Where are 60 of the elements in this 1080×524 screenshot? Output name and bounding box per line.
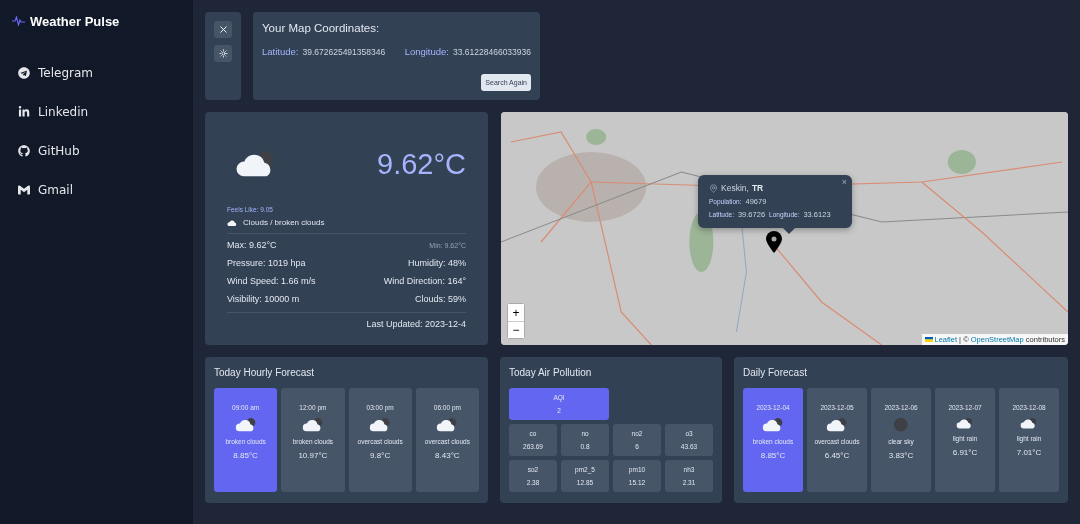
max-temperature: Max: 9.62°C (227, 240, 277, 250)
dark-circle-icon (893, 417, 909, 433)
cloud-icon (826, 417, 848, 433)
cloud-icon (436, 417, 459, 433)
cloud-icon (1020, 417, 1038, 430)
zoom-out-button[interactable]: − (508, 321, 524, 338)
cloud-icon (956, 417, 974, 430)
linkedin-icon (18, 106, 30, 118)
popup-pointer (783, 228, 795, 234)
sun-button[interactable] (214, 45, 232, 62)
forecast-temperature: 6.91°C (952, 448, 978, 458)
latitude-value: 39.672625491358346 (302, 47, 386, 57)
cloud-icon (234, 417, 257, 433)
popup-close[interactable]: × (841, 177, 847, 187)
weather-detail: Humidity: 48% (407, 258, 466, 268)
popup-country: TR (751, 183, 764, 193)
github-icon (18, 145, 30, 157)
forecast-temperature: 3.83°C (888, 451, 914, 461)
condition-text: Clouds / broken clouds (243, 218, 325, 227)
gmail-icon (18, 184, 30, 196)
sidebar-link[interactable]: Gmail (12, 179, 181, 201)
close-icon (217, 24, 229, 35)
flag-icon (924, 337, 933, 342)
longitude-label: Longitude: (404, 46, 449, 57)
sidebar-link[interactable]: Linkedin (12, 101, 181, 123)
cloud-icon (301, 417, 324, 433)
forecast-temperature: 9.8°C (370, 451, 391, 461)
weather-detail: Wind Direction: 164° (383, 276, 466, 286)
weather-detail: Visibility: 10000 m (227, 294, 300, 304)
telegram-icon (18, 67, 30, 79)
forecast-temperature: 7.01°C (1016, 448, 1042, 458)
forecast-temperature: 8.85°C (760, 451, 786, 461)
sun-icon (218, 49, 228, 58)
cloud-icon (235, 149, 277, 179)
app-title: Weather Pulse (30, 13, 120, 29)
forecast-temperature: 10.97°C (298, 451, 328, 461)
cloud-icon (227, 218, 238, 227)
sidebar-link[interactable]: Telegram (12, 62, 181, 84)
card-title: Daily Forecast (743, 367, 808, 378)
map-marker-icon[interactable] (766, 231, 782, 253)
latitude-label: Latitude: (262, 46, 299, 57)
forecast-temperature: 8.43°C (435, 451, 460, 461)
forecast-temperature: 6.45°C (824, 451, 850, 461)
coordinates-title: Your Map Coordinates: (262, 22, 381, 34)
weather-detail: Wind Speed: 1.66 m/s (227, 276, 316, 286)
card-title: Today Air Pollution (509, 367, 593, 378)
sidebar-link[interactable]: GitHub (12, 140, 181, 162)
card-title: Today Hourly Forecast (214, 367, 316, 378)
pulse-icon (12, 16, 25, 26)
cloud-icon (369, 417, 392, 433)
forecast-temperature: 8.85°C (233, 451, 258, 461)
weather-detail: Clouds: 59% (414, 294, 466, 304)
cloud-icon (762, 417, 784, 433)
longitude-value: 33.61228466033936 (453, 47, 531, 57)
temperature: 9.62°C (377, 147, 466, 181)
popup-city: Keskin, (721, 183, 749, 193)
pin-icon (709, 183, 718, 193)
close-button[interactable] (214, 21, 232, 38)
weather-detail: Pressure: 1019 hpa (227, 258, 306, 268)
last-updated: Last Updated: 2023-12-4 (366, 319, 466, 329)
